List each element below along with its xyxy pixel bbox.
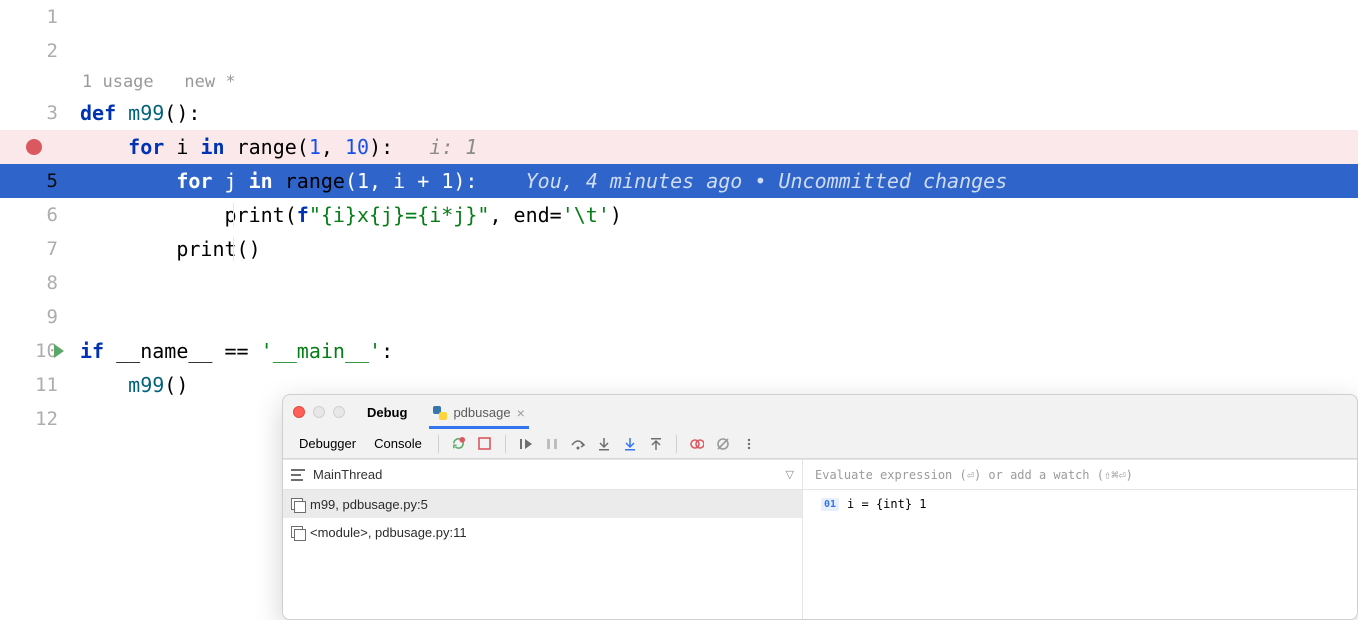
variable-type-badge: 01: [821, 498, 839, 511]
tab-debug[interactable]: Debug: [363, 399, 411, 429]
step-over-button[interactable]: [568, 434, 588, 454]
line-number[interactable]: 7: [0, 238, 76, 260]
stack-frame[interactable]: <module>, pdbusage.py:11: [283, 518, 802, 546]
line-number[interactable]: 12: [0, 408, 76, 430]
pause-button[interactable]: [542, 434, 562, 454]
stack-frame-icon: [291, 498, 304, 511]
tab-run-config[interactable]: pdbusage ×: [429, 399, 528, 429]
mute-breakpoints-button[interactable]: [713, 434, 733, 454]
thread-icon: [291, 469, 305, 481]
view-breakpoints-button[interactable]: [687, 434, 707, 454]
run-gutter-icon[interactable]: [54, 344, 64, 358]
stack-frame[interactable]: m99, pdbusage.py:5: [283, 490, 802, 518]
inline-variable-hint: i: 1: [429, 135, 477, 159]
code-editor[interactable]: 1 2 1 usage new * 3 def m99(): for i in …: [0, 0, 1358, 436]
frames-panel: MainThread ▽ m99, pdbusage.py:5 <module>…: [283, 460, 803, 619]
window-zoom-icon[interactable]: [333, 406, 345, 418]
close-tab-icon[interactable]: ×: [517, 405, 525, 421]
chevron-down-icon: ▽: [786, 468, 794, 481]
subtab-debugger[interactable]: Debugger: [293, 434, 362, 453]
debug-toolbar: Debugger Console: [283, 429, 1357, 459]
line-number[interactable]: 2: [0, 40, 76, 62]
breakpoint-icon[interactable]: [26, 139, 42, 155]
variables-panel: Evaluate expression (⏎) or add a watch (…: [803, 460, 1357, 619]
window-minimize-icon[interactable]: [313, 406, 325, 418]
window-close-icon[interactable]: [293, 406, 305, 418]
python-file-icon: [433, 406, 447, 420]
line-number[interactable]: 8: [0, 272, 76, 294]
line-number[interactable]: 5: [0, 170, 76, 192]
subtab-console[interactable]: Console: [368, 434, 428, 453]
variable-row[interactable]: 01 i = {int} 1: [803, 490, 1357, 518]
line-number[interactable]: 10: [0, 340, 76, 362]
line-number[interactable]: 9: [0, 306, 76, 328]
thread-selector[interactable]: MainThread ▽: [283, 460, 802, 490]
author-hint[interactable]: new *: [184, 72, 235, 92]
stop-button[interactable]: [475, 434, 495, 454]
debug-tool-window[interactable]: Debug pdbusage × Debugger Console: [282, 394, 1358, 620]
more-actions-button[interactable]: [739, 434, 759, 454]
step-into-my-code-button[interactable]: [620, 434, 640, 454]
stack-frame-icon: [291, 526, 304, 539]
resume-button[interactable]: [516, 434, 536, 454]
git-blame-hint: You, 4 minutes ago • Uncommitted changes: [526, 169, 1008, 193]
step-into-button[interactable]: [594, 434, 614, 454]
line-number[interactable]: 6: [0, 204, 76, 226]
rerun-button[interactable]: [449, 434, 469, 454]
debug-window-titlebar[interactable]: Debug pdbusage ×: [283, 395, 1357, 429]
line-number[interactable]: 11: [0, 374, 76, 396]
usage-hint[interactable]: 1 usage: [82, 72, 154, 92]
line-number[interactable]: 3: [0, 102, 76, 124]
step-out-button[interactable]: [646, 434, 666, 454]
line-number[interactable]: 1: [0, 6, 76, 28]
evaluate-expression-input[interactable]: Evaluate expression (⏎) or add a watch (…: [803, 460, 1357, 490]
